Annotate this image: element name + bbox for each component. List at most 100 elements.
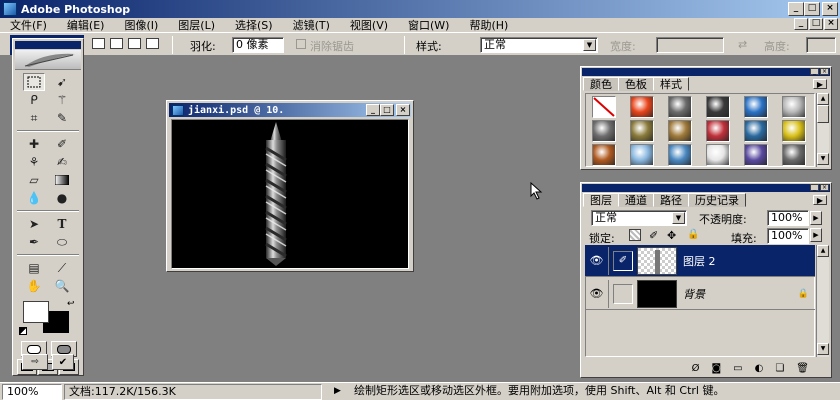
blend-mode-select[interactable]: 正常 ▼ [591, 210, 687, 226]
menu-edit[interactable]: 编辑(E) [57, 17, 115, 33]
eye-icon[interactable]: 👁 [585, 279, 609, 308]
mdi-restore-button[interactable]: □ [809, 18, 823, 30]
healing-brush-tool[interactable]: ✚ [23, 135, 45, 153]
style-swatch[interactable] [782, 120, 806, 142]
default-colors-icon[interactable] [19, 327, 27, 335]
menu-window[interactable]: 窗口(W) [398, 17, 459, 33]
fill-slider-button[interactable]: ▶ [810, 228, 822, 242]
close-window-button[interactable]: × [822, 2, 838, 16]
intersect-selection-mode-icon[interactable] [146, 38, 159, 49]
style-swatch[interactable] [706, 120, 730, 142]
subtract-selection-mode-icon[interactable] [128, 38, 141, 49]
blur-tool[interactable]: 💧 [23, 189, 45, 207]
layer-style-icon[interactable]: Ø [692, 363, 700, 374]
menu-file[interactable]: 文件(F) [0, 17, 57, 33]
style-swatch[interactable] [706, 96, 730, 118]
slice-tool[interactable]: ✎ [51, 109, 73, 127]
adjustment-layer-icon[interactable]: ◐ [755, 363, 764, 374]
style-swatch[interactable] [782, 144, 806, 166]
gradient-tool[interactable] [51, 171, 73, 189]
style-swatch[interactable] [668, 144, 692, 166]
style-swatch[interactable] [744, 144, 768, 166]
menu-layer[interactable]: 图层(L) [168, 17, 225, 33]
tab-styles[interactable]: 样式 [653, 77, 689, 91]
menu-filter[interactable]: 滤镜(T) [283, 17, 340, 33]
link-cell[interactable] [613, 283, 633, 304]
new-set-icon[interactable]: ▭ [733, 363, 742, 374]
notes-tool[interactable]: ▤ [23, 259, 45, 277]
layer-row-background[interactable]: 👁 背景 🔒 [585, 278, 815, 310]
layers-palette-title-bar[interactable]: _ × [582, 184, 830, 192]
styles-palette-title-bar[interactable]: _ × [582, 68, 830, 76]
document-maximize-button[interactable]: □ [380, 104, 394, 116]
style-swatch[interactable] [782, 96, 806, 118]
toolbox-title-bar[interactable] [15, 41, 81, 49]
status-menu-icon[interactable]: ▶ [334, 386, 341, 396]
clone-stamp-tool[interactable]: ⚘ [23, 153, 45, 171]
style-select[interactable]: 正常 ▼ [480, 37, 598, 53]
shape-tool[interactable]: ⬭ [51, 233, 73, 251]
tab-history[interactable]: 历史记录 [688, 193, 746, 207]
menu-image[interactable]: 图像(I) [114, 17, 168, 33]
palette-menu-icon[interactable]: ▶ [813, 195, 827, 205]
lasso-tool[interactable]: ᑭ [23, 91, 45, 109]
style-swatch[interactable] [630, 120, 654, 142]
palette-close-icon[interactable]: × [820, 68, 829, 75]
style-swatch[interactable] [592, 120, 616, 142]
type-tool[interactable]: T [51, 215, 73, 233]
tab-paths[interactable]: 路径 [653, 193, 689, 207]
menu-select[interactable]: 选择(S) [225, 17, 283, 33]
layer-row-layer2[interactable]: 👁 ✐ 图层 2 [585, 245, 815, 277]
lock-move-icon[interactable]: ✥ [667, 229, 676, 242]
style-swatch[interactable] [630, 144, 654, 166]
maximize-window-button[interactable]: □ [804, 2, 820, 16]
scroll-up-icon[interactable]: ▲ [817, 245, 829, 257]
feather-input[interactable]: 0 像素 [232, 37, 284, 53]
scroll-down-icon[interactable]: ▼ [817, 153, 829, 165]
tab-channels[interactable]: 通道 [618, 193, 654, 207]
marquee-tool[interactable] [23, 73, 45, 91]
eraser-tool[interactable]: ▱ [23, 171, 45, 189]
document-close-button[interactable]: × [396, 104, 410, 116]
height-input[interactable] [806, 37, 836, 53]
palette-minimize-icon[interactable]: _ [810, 184, 819, 191]
zoom-level-field[interactable]: 100% [2, 384, 62, 400]
brush-icon[interactable]: ✐ [613, 250, 633, 271]
lock-transparency-icon[interactable] [629, 229, 641, 241]
style-swatch[interactable] [668, 96, 692, 118]
mdi-minimize-button[interactable]: _ [794, 18, 808, 30]
path-selection-tool[interactable]: ➤ [23, 215, 45, 233]
crop-tool[interactable]: ⌗ [23, 109, 45, 127]
width-input[interactable] [656, 37, 724, 53]
tab-layers[interactable]: 图层 [583, 193, 619, 207]
scroll-down-icon[interactable]: ▼ [817, 343, 829, 355]
document-title-bar[interactable]: jianxi.psd @ 10. _ □ × [169, 103, 411, 117]
scroll-up-icon[interactable]: ▲ [817, 93, 829, 105]
document-size-info[interactable]: 文档:117.2K/156.3K [64, 384, 322, 400]
style-swatch[interactable] [668, 120, 692, 142]
style-swatch[interactable] [744, 120, 768, 142]
lock-all-icon[interactable]: 🔒 [687, 229, 699, 240]
lock-paint-icon[interactable]: ✐ [649, 229, 658, 242]
eyedropper-tool[interactable]: ⟋ [51, 259, 73, 277]
minimize-window-button[interactable]: _ [788, 2, 804, 16]
history-brush-tool[interactable]: ✍ [51, 153, 73, 171]
magic-wand-tool[interactable]: ⚚ [51, 91, 73, 109]
style-swatch[interactable] [744, 96, 768, 118]
foreground-color-swatch[interactable] [23, 301, 49, 323]
zoom-tool[interactable]: 🔍 [51, 277, 73, 295]
new-selection-mode-icon[interactable] [92, 38, 105, 49]
styles-scrollbar[interactable]: ▲ ▼ [816, 93, 829, 167]
palette-menu-icon[interactable]: ▶ [813, 79, 827, 89]
antialias-checkbox[interactable] [296, 39, 306, 49]
fill-input[interactable]: 100% [767, 228, 809, 244]
menu-view[interactable]: 视图(V) [340, 17, 398, 33]
scroll-thumb[interactable] [817, 105, 829, 123]
layers-scrollbar[interactable]: ▲ ▼ [816, 245, 829, 357]
style-swatch[interactable] [592, 144, 616, 166]
adobe-feather-logo[interactable] [15, 50, 81, 70]
opacity-input[interactable]: 100% [767, 210, 809, 226]
tab-swatches[interactable]: 色板 [618, 77, 654, 91]
style-swatch[interactable] [630, 96, 654, 118]
document-canvas[interactable] [171, 119, 409, 269]
